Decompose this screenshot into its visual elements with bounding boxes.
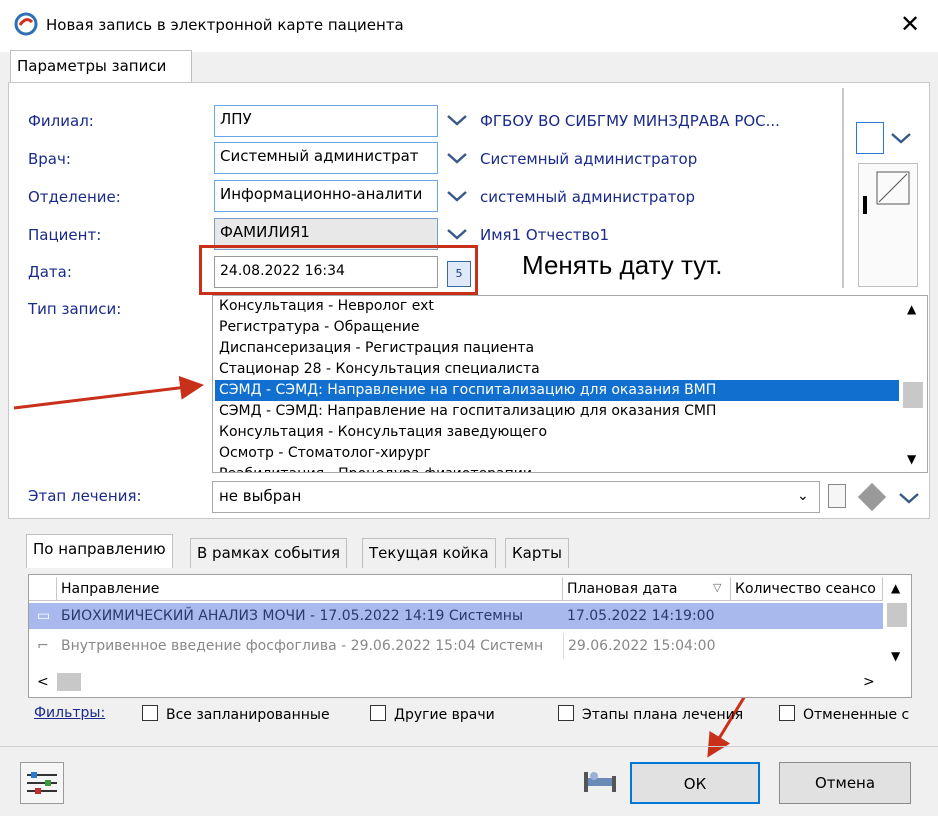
grid-vscrollbar[interactable]: ▲ ▼ [885, 575, 909, 669]
cell-date: 29.06.2022 15:04:00 [563, 633, 731, 659]
checkbox[interactable] [370, 705, 386, 721]
tab-within-event[interactable]: В рамках события [190, 538, 348, 568]
filter-cancelled[interactable]: Отмененные с [779, 705, 911, 723]
tab-cards[interactable]: Карты [505, 538, 569, 568]
ok-button[interactable]: ОК [630, 762, 760, 804]
checkbox[interactable] [558, 705, 574, 721]
grid-header-corner [29, 577, 57, 601]
cell-direction: БИОХИМИЧЕСКИЙ АНАЛИЗ МОЧИ - 17.05.2022 1… [61, 608, 524, 624]
scroll-thumb[interactable] [887, 603, 907, 627]
cancel-button[interactable]: Отмена [779, 762, 911, 804]
filters-link[interactable]: Фильтры: [34, 705, 105, 721]
grid-hscrollbar[interactable]: < > [29, 669, 885, 695]
column-header-planned-date[interactable]: Плановая дата [563, 577, 731, 601]
sort-icon[interactable]: ▽ [713, 581, 721, 594]
chevron-down-icon[interactable]: ⌄ [797, 488, 809, 504]
checkbox-label: Другие врачи [394, 707, 495, 723]
cell-count [731, 633, 883, 659]
scroll-left-icon[interactable]: < [37, 674, 49, 690]
filter-other-doctors[interactable]: Другие врачи [370, 705, 495, 723]
table-row[interactable]: ⌐ Внутривенное введение фосфоглива - 29.… [29, 633, 883, 659]
divider [0, 746, 938, 747]
filter-plan-stages[interactable]: Этапы плана лечения [558, 705, 743, 723]
settings-sliders-icon[interactable] [20, 762, 64, 804]
filter-all-planned[interactable]: Все запланированные [142, 705, 330, 723]
checkbox-label: Все запланированные [166, 707, 330, 723]
table-row-selected[interactable]: ▭ БИОХИМИЧЕСКИЙ АНАЛИЗ МОЧИ - 17.05.2022… [29, 603, 883, 629]
row-marker-icon: ▭ [37, 608, 51, 624]
document-icon[interactable] [828, 484, 846, 508]
scroll-right-icon[interactable]: > [863, 674, 875, 690]
column-header-direction[interactable]: Направление [57, 577, 563, 601]
chevron-down-icon[interactable] [898, 492, 920, 506]
scroll-thumb[interactable] [57, 673, 81, 691]
cell-count [731, 603, 883, 629]
scroll-down-icon[interactable]: ▼ [891, 649, 900, 663]
checkbox[interactable] [779, 705, 795, 721]
row-marker-icon: ⌐ [37, 638, 49, 654]
hospital-bed-icon[interactable] [580, 766, 620, 796]
checkbox-label: Отмененные с [803, 707, 910, 723]
checkbox-label: Этапы плана лечения [582, 707, 744, 723]
cancel-label: Отмена [814, 774, 876, 792]
stage-select[interactable]: не выбран [212, 481, 820, 513]
tab-by-direction[interactable]: По направлению [26, 534, 173, 568]
directions-grid[interactable]: Направление Плановая дата ▽ Количество с… [28, 574, 912, 698]
cell-date: 17.05.2022 14:19:00 [567, 608, 715, 624]
tab-current-bed[interactable]: Текущая койка [362, 538, 496, 568]
checkbox[interactable] [142, 705, 158, 721]
scroll-up-icon[interactable]: ▲ [891, 581, 900, 595]
column-header-sessions[interactable]: Количество сеансо [731, 577, 883, 601]
ok-label: ОК [683, 775, 707, 793]
cell-direction: Внутривенное введение фосфоглива - 29.06… [61, 638, 544, 654]
